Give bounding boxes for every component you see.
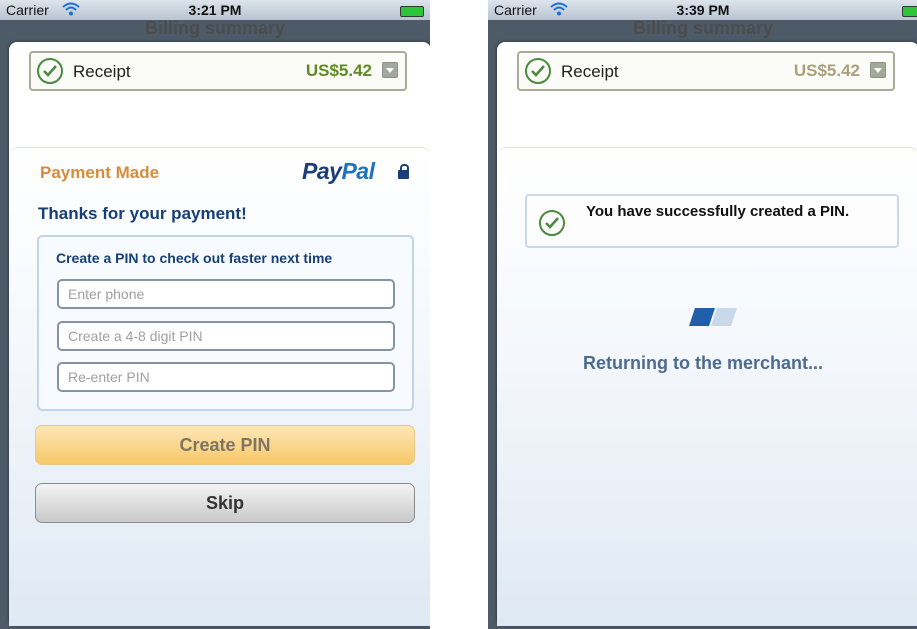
returning-status-text: Returning to the merchant... (582, 353, 823, 373)
check-circle-icon (525, 58, 551, 84)
receipt-label: Receipt (73, 62, 131, 81)
receipt-row[interactable]: Receipt US$5.42 (517, 51, 895, 91)
status-time: 3:21 PM (188, 2, 242, 18)
battery-icon (400, 6, 424, 17)
paypal-logo-pal: Pal (341, 158, 375, 184)
status-bar: Carrier 3:39 PM (488, 0, 917, 20)
page-title: Billing summary (144, 18, 286, 38)
phone-input[interactable] (57, 279, 395, 309)
success-message: You have successfully created a PIN. (586, 203, 850, 220)
skip-button[interactable]: Skip (35, 483, 415, 523)
thanks-heading: Thanks for your payment! (38, 204, 247, 223)
paypal-logo-pay: Pay (302, 158, 342, 184)
page-title: Billing summary (632, 18, 774, 38)
status-time: 3:39 PM (676, 2, 730, 18)
payment-status-label: Payment Made (40, 163, 160, 182)
success-message-box: You have successfully created a PIN. (525, 194, 899, 248)
receipt-amount: US$5.42 (793, 61, 860, 80)
check-circle-icon (539, 210, 565, 236)
phone-screen-success: Carrier 3:39 PM Billing summary Receipt … (488, 0, 917, 629)
dropdown-arrow-icon[interactable] (870, 62, 886, 78)
status-bar: Carrier 3:21 PM (0, 0, 430, 20)
receipt-row[interactable]: Receipt US$5.42 (29, 51, 407, 91)
phone-screen-pin-form: Carrier 3:21 PM Billing summary Receipt … (0, 0, 430, 629)
paypal-logo: PayPal (302, 158, 375, 185)
pin-confirm-input[interactable] (57, 362, 395, 392)
dropdown-arrow-icon[interactable] (382, 62, 398, 78)
receipt-amount: US$5.42 (305, 61, 372, 80)
lock-icon (398, 164, 409, 179)
pin-input[interactable] (57, 321, 395, 351)
loading-spinner-icon (685, 306, 743, 328)
check-circle-icon (37, 58, 63, 84)
receipt-label: Receipt (561, 62, 619, 81)
create-pin-button[interactable]: Create PIN (35, 425, 415, 465)
battery-icon (902, 6, 917, 17)
pin-form-heading: Create a PIN to check out faster next ti… (56, 250, 333, 266)
